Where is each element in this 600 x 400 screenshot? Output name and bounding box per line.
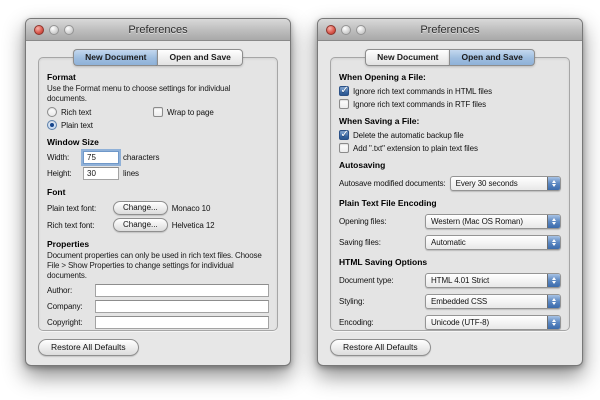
copyright-input[interactable] (95, 316, 269, 329)
popup-arrows-icon (547, 215, 560, 228)
popup-arrows-icon (547, 316, 560, 329)
saving-files-label: Saving files: (339, 238, 421, 247)
section-autosaving: Autosaving Autosave modified documents: … (339, 160, 561, 191)
tab-panel-new-document: Format Use the Format menu to choose set… (38, 57, 278, 331)
when-saving-heading: When Saving a File: (339, 116, 561, 127)
document-type-popup[interactable]: HTML 4.01 Strict (425, 273, 561, 288)
when-opening-heading: When Opening a File: (339, 72, 561, 83)
window-size-heading: Window Size (47, 137, 269, 148)
styling-popup-value: Embedded CSS (426, 297, 492, 306)
popup-arrows-icon (547, 236, 560, 249)
company-label: Company: (47, 302, 91, 311)
window-title: Preferences (26, 24, 290, 36)
preferences-window-open-and-save: Preferences New Document Open and Save W… (317, 18, 583, 366)
format-description: Use the Format menu to choose settings f… (47, 84, 269, 104)
tab-bar: New Document Open and Save (318, 49, 582, 66)
opening-files-label: Opening files: (339, 217, 421, 226)
properties-heading: Properties (47, 239, 269, 250)
encoding-heading: Plain Text File Encoding (339, 198, 561, 209)
saving-files-popup[interactable]: Automatic (425, 235, 561, 250)
author-label: Author: (47, 286, 91, 295)
html-encoding-popup-value: Unicode (UTF-8) (426, 318, 494, 327)
width-label: Width: (47, 153, 79, 162)
section-when-saving: When Saving a File: Delete the automatic… (339, 116, 561, 153)
add-txt-extension-label: Add ".txt" extension to plain text files (353, 144, 478, 153)
wrap-to-page-label: Wrap to page (167, 108, 214, 117)
popup-arrows-icon (547, 274, 560, 287)
autosave-popup[interactable]: Every 30 seconds (450, 176, 561, 191)
section-plain-text-encoding: Plain Text File Encoding Opening files: … (339, 198, 561, 250)
height-input[interactable] (83, 167, 119, 180)
opening-files-popup[interactable]: Western (Mac OS Roman) (425, 214, 561, 229)
html-encoding-label: Encoding: (339, 318, 421, 327)
ignore-rich-rtf-checkbox[interactable] (339, 99, 349, 109)
document-type-label: Document type: (339, 276, 421, 285)
rich-font-value: Helvetica 12 (172, 221, 215, 230)
delete-backup-label: Delete the automatic backup file (353, 131, 464, 140)
copyright-label: Copyright: (47, 318, 91, 327)
tab-bar: New Document Open and Save (26, 49, 290, 66)
autosave-popup-value: Every 30 seconds (451, 179, 523, 188)
styling-label: Styling: (339, 297, 421, 306)
format-heading: Format (47, 72, 269, 83)
popup-arrows-icon (547, 295, 560, 308)
section-properties: Properties Document properties can only … (47, 239, 269, 329)
preferences-window-new-document: Preferences New Document Open and Save F… (25, 18, 291, 366)
saving-files-popup-value: Automatic (426, 238, 471, 247)
ignore-rich-html-checkbox[interactable] (339, 86, 349, 96)
wrap-to-page-checkbox[interactable] (153, 107, 163, 117)
rich-text-radio[interactable] (47, 107, 57, 117)
tab-open-and-save[interactable]: Open and Save (157, 49, 242, 66)
rich-font-label: Rich text font: (47, 221, 109, 230)
html-saving-heading: HTML Saving Options (339, 257, 561, 268)
ignore-rich-rtf-label: Ignore rich text commands in RTF files (353, 100, 486, 109)
width-unit-label: characters (123, 153, 159, 162)
width-input[interactable] (83, 151, 119, 164)
restore-defaults-button[interactable]: Restore All Defaults (330, 339, 431, 356)
delete-backup-checkbox[interactable] (339, 130, 349, 140)
change-rich-font-button[interactable]: Change... (113, 218, 168, 232)
desktop: Preferences New Document Open and Save F… (0, 0, 600, 400)
tab-new-document[interactable]: New Document (73, 49, 157, 66)
plain-text-radio[interactable] (47, 120, 57, 130)
popup-arrows-icon (547, 177, 560, 190)
rich-text-label: Rich text (61, 108, 91, 117)
document-type-popup-value: HTML 4.01 Strict (426, 276, 494, 285)
section-format: Format Use the Format menu to choose set… (47, 72, 269, 130)
opening-files-popup-value: Western (Mac OS Roman) (426, 217, 528, 226)
styling-popup[interactable]: Embedded CSS (425, 294, 561, 309)
tab-new-document[interactable]: New Document (365, 49, 449, 66)
properties-description: Document properties can only be used in … (47, 251, 269, 281)
author-input[interactable] (95, 284, 269, 297)
plain-text-label: Plain text (61, 121, 93, 130)
titlebar[interactable]: Preferences (318, 19, 582, 41)
ignore-rich-html-label: Ignore rich text commands in HTML files (353, 87, 492, 96)
plain-font-label: Plain text font: (47, 204, 109, 213)
titlebar[interactable]: Preferences (26, 19, 290, 41)
height-label: Height: (47, 169, 79, 178)
section-when-opening: When Opening a File: Ignore rich text co… (339, 72, 561, 109)
tab-open-and-save[interactable]: Open and Save (449, 49, 534, 66)
restore-defaults-button[interactable]: Restore All Defaults (38, 339, 139, 356)
section-font: Font Plain text font: Change... Monaco 1… (47, 187, 269, 232)
autosaving-heading: Autosaving (339, 160, 561, 171)
company-input[interactable] (95, 300, 269, 313)
tab-panel-open-and-save: When Opening a File: Ignore rich text co… (330, 57, 570, 331)
window-title: Preferences (318, 24, 582, 36)
height-unit-label: lines (123, 169, 139, 178)
plain-font-value: Monaco 10 (172, 204, 211, 213)
change-plain-font-button[interactable]: Change... (113, 201, 168, 215)
autosave-label: Autosave modified documents: (339, 179, 446, 188)
add-txt-extension-checkbox[interactable] (339, 143, 349, 153)
section-window-size: Window Size Width: characters Height: li… (47, 137, 269, 180)
html-encoding-popup[interactable]: Unicode (UTF-8) (425, 315, 561, 330)
section-html-saving: HTML Saving Options Document type: HTML … (339, 257, 561, 331)
font-heading: Font (47, 187, 269, 198)
